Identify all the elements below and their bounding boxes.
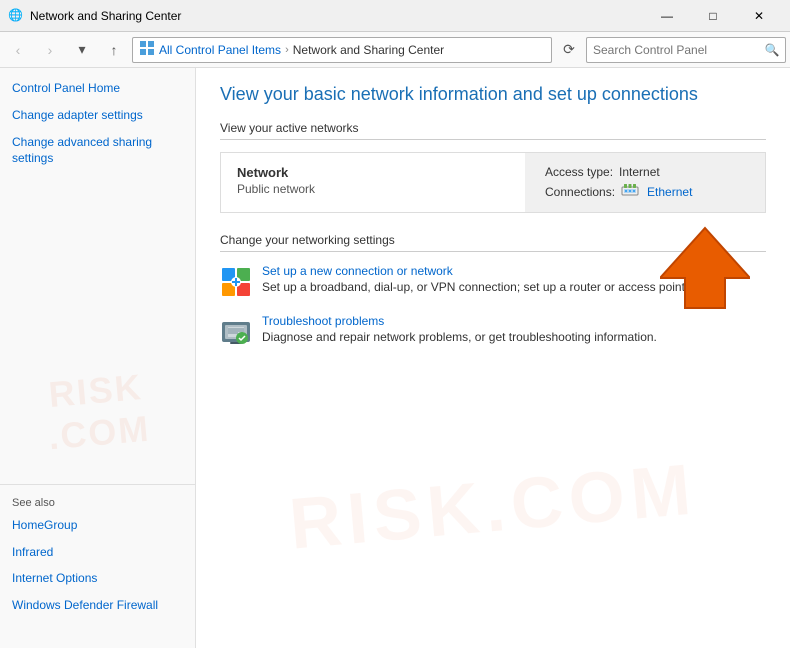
access-value: Internet — [619, 165, 660, 179]
minimize-button[interactable]: — — [644, 0, 690, 32]
ethernet-icon — [621, 183, 639, 200]
settings-section: Change your networking settings Set — [220, 233, 766, 348]
sidebar-item-homegroup[interactable]: HomeGroup — [12, 517, 183, 534]
path-separator: › — [285, 44, 289, 56]
address-path: All Control Panel Items › Network and Sh… — [132, 37, 552, 63]
network-name: Network — [237, 165, 509, 180]
connections-label: Connections: — [545, 185, 615, 199]
troubleshoot-icon — [220, 316, 252, 348]
network-left: Network Public network — [221, 153, 525, 212]
settings-item-new-connection: Set up a new connection or network Set u… — [220, 264, 766, 298]
content-area: View your basic network information and … — [196, 68, 790, 648]
recent-locations-button[interactable]: ▾ — [68, 36, 96, 64]
back-button[interactable]: ‹ — [4, 36, 32, 64]
sidebar: Control Panel Home Change adapter settin… — [0, 68, 196, 648]
troubleshoot-text: Troubleshoot problems Diagnose and repai… — [262, 314, 657, 344]
window-title: Network and Sharing Center — [30, 9, 644, 23]
sidebar-item-control-panel-home[interactable]: Control Panel Home — [12, 80, 183, 97]
close-button[interactable]: ✕ — [736, 0, 782, 32]
new-connection-text: Set up a new connection or network Set u… — [262, 264, 688, 294]
window-icon: 🌐 — [8, 8, 24, 24]
network-right: Access type: Internet Connections: — [525, 153, 765, 212]
sidebar-bottom: See also HomeGroup Infrared Internet Opt… — [0, 484, 195, 636]
window-controls: — □ ✕ — [644, 0, 782, 32]
search-box: 🔍 — [586, 37, 786, 63]
up-button[interactable]: ↑ — [100, 36, 128, 64]
sidebar-item-internet-options[interactable]: Internet Options — [12, 570, 183, 587]
access-label: Access type: — [545, 165, 613, 179]
path-control-panel[interactable]: All Control Panel Items — [159, 43, 281, 57]
active-networks-header: View your active networks — [220, 121, 766, 140]
search-icon-button[interactable]: 🔍 — [759, 38, 785, 62]
access-type-row: Access type: Internet — [545, 165, 745, 179]
new-connection-icon — [220, 266, 252, 298]
network-type: Public network — [237, 182, 509, 196]
sidebar-item-infrared[interactable]: Infrared — [12, 544, 183, 561]
forward-button[interactable]: › — [36, 36, 64, 64]
see-also-title: See also — [12, 497, 183, 509]
path-current: Network and Sharing Center — [293, 43, 444, 57]
settings-item-troubleshoot: Troubleshoot problems Diagnose and repai… — [220, 314, 766, 348]
search-input[interactable] — [587, 43, 759, 57]
sidebar-item-advanced-sharing[interactable]: Change advanced sharing settings — [12, 134, 183, 168]
address-bar: ‹ › ▾ ↑ All Control Panel Items › Networ… — [0, 32, 790, 68]
troubleshoot-desc: Diagnose and repair network problems, or… — [262, 330, 657, 344]
networks-box: Network Public network Access type: Inte… — [220, 152, 766, 213]
control-panel-icon — [139, 40, 155, 59]
sidebar-item-firewall[interactable]: Windows Defender Firewall — [12, 597, 183, 614]
title-bar: 🌐 Network and Sharing Center — □ ✕ — [0, 0, 790, 32]
refresh-button[interactable]: ⟳ — [556, 37, 582, 63]
troubleshoot-link[interactable]: Troubleshoot problems — [262, 314, 657, 328]
sidebar-item-adapter-settings[interactable]: Change adapter settings — [12, 107, 183, 124]
main-layout: Control Panel Home Change adapter settin… — [0, 68, 790, 648]
new-connection-link[interactable]: Set up a new connection or network — [262, 264, 688, 278]
change-settings-header: Change your networking settings — [220, 233, 766, 252]
ethernet-link[interactable]: Ethernet — [647, 185, 692, 199]
connections-row: Connections: — [545, 183, 745, 200]
sidebar-nav: Control Panel Home Change adapter settin… — [0, 80, 195, 204]
page-title: View your basic network information and … — [220, 84, 766, 105]
new-connection-desc: Set up a broadband, dial-up, or VPN conn… — [262, 280, 688, 294]
maximize-button[interactable]: □ — [690, 0, 736, 32]
